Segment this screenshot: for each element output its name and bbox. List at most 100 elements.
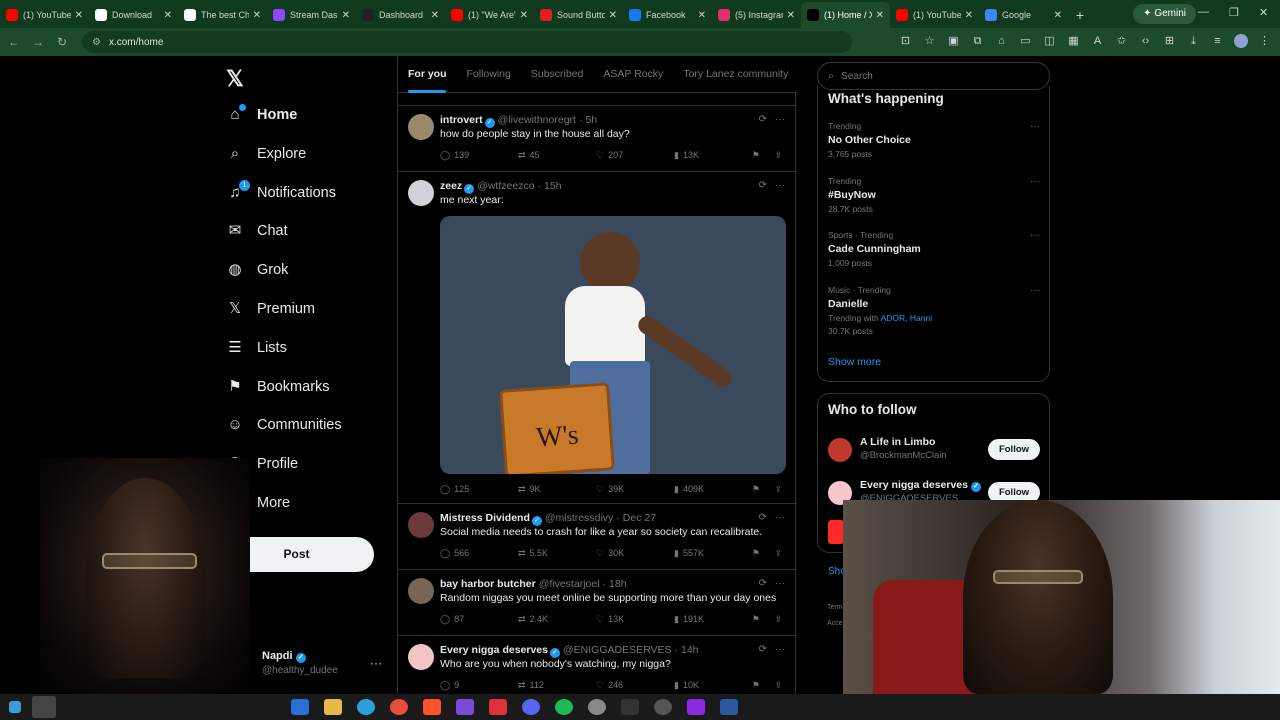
- forward-icon[interactable]: →: [26, 35, 50, 49]
- grok-explain-icon[interactable]: ⟳: [759, 578, 767, 589]
- views-button[interactable]: ▮ 13K: [674, 150, 752, 161]
- nav-item-lists[interactable]: ☰ Lists: [226, 334, 287, 362]
- more-icon[interactable]: ···: [775, 180, 785, 191]
- more-icon[interactable]: ···: [775, 114, 785, 125]
- app-2-icon[interactable]: [489, 699, 507, 715]
- avatar[interactable]: [828, 438, 852, 462]
- terminal-icon[interactable]: [720, 699, 738, 715]
- share-icon[interactable]: ⇪: [774, 548, 782, 559]
- chrome-2-icon[interactable]: [588, 699, 606, 715]
- trend-more-icon[interactable]: ···: [1030, 176, 1040, 187]
- nav-item-communities[interactable]: ☺ Communities: [226, 411, 341, 439]
- author-name[interactable]: Mistress Dividend: [440, 512, 530, 524]
- tab-close-icon[interactable]: ✕: [431, 10, 439, 21]
- favorites-icon[interactable]: ✩: [1114, 34, 1129, 49]
- browser-tab[interactable]: Facebook ✕: [623, 2, 712, 28]
- screenshot-icon[interactable]: ⊞: [1162, 34, 1177, 49]
- edge-icon[interactable]: [357, 699, 375, 715]
- bookmark-icon[interactable]: ⚑: [752, 484, 760, 495]
- bookmark-icon[interactable]: ⚑: [752, 150, 760, 161]
- new-tab-button[interactable]: +: [1068, 2, 1092, 28]
- profile-avatar[interactable]: [1234, 34, 1248, 48]
- file-explorer-icon[interactable]: [324, 699, 342, 715]
- reading-list-icon[interactable]: ≡: [1210, 34, 1225, 49]
- install-app-icon[interactable]: ⊡: [898, 34, 913, 49]
- nav-item-explore[interactable]: ⌕ Explore: [226, 140, 306, 168]
- like-button[interactable]: ♡ 207: [596, 150, 674, 161]
- site-info-icon[interactable]: ⚙: [92, 37, 101, 48]
- tab-following[interactable]: Following: [457, 56, 521, 93]
- trend-more-icon[interactable]: ···: [1030, 121, 1040, 132]
- avatar[interactable]: [408, 114, 434, 140]
- reply-button[interactable]: ◯ 125: [440, 484, 518, 495]
- bookmark-star-icon[interactable]: ☆: [922, 34, 937, 49]
- puzzle-icon[interactable]: ⧉: [970, 34, 985, 49]
- obs-icon[interactable]: [621, 699, 639, 715]
- tab-close-icon[interactable]: ✕: [342, 10, 350, 21]
- trend-item[interactable]: Trending No Other Choice 3,765 posts ···: [828, 121, 1040, 159]
- tweet[interactable]: zeez ✓ @wtfzeezco · 15h ⟳ ··· me next year: W's ◯…: [398, 172, 797, 504]
- nav-item-home[interactable]: ⌂ Home: [226, 101, 297, 129]
- browser-tab[interactable]: (1) Home / X ✕: [801, 2, 890, 28]
- tab-close-icon[interactable]: ✕: [75, 10, 83, 21]
- extension-icon[interactable]: ▣: [946, 34, 961, 49]
- bookmark-icon[interactable]: ⚑: [752, 680, 760, 691]
- x-logo[interactable]: 𝕏: [226, 66, 244, 92]
- gemini-button[interactable]: ✦ Gemini: [1133, 4, 1196, 24]
- tab-for-you[interactable]: For you: [398, 56, 457, 93]
- trend-item[interactable]: Sports · Trending Cade Cunningham 1,009 po…: [828, 230, 1040, 268]
- reload-icon[interactable]: ↻: [50, 35, 74, 49]
- tweet[interactable]: Mistress Dividend ✓ @mistressdivy · Dec 27 ⟳ ·…: [398, 504, 797, 570]
- extension-4-icon[interactable]: ▦: [1066, 34, 1081, 49]
- repost-button[interactable]: ⇄ 5.5K: [518, 548, 596, 559]
- tab-asap-rocky[interactable]: ASAP Rocky: [593, 56, 673, 93]
- close-window-icon[interactable]: ✕: [1259, 6, 1268, 19]
- grok-explain-icon[interactable]: ⟳: [759, 114, 767, 125]
- author-name[interactable]: bay harbor butcher: [440, 578, 536, 590]
- trend-more-icon[interactable]: ···: [1030, 285, 1040, 296]
- app-icon[interactable]: [456, 699, 474, 715]
- more-icon[interactable]: ···: [775, 644, 785, 655]
- youtube-avatar[interactable]: [828, 520, 844, 544]
- browser-tab[interactable]: Google ✕: [979, 2, 1068, 28]
- share-icon[interactable]: ⇪: [774, 680, 782, 691]
- avatar[interactable]: [408, 180, 434, 206]
- tab-close-icon[interactable]: ✕: [787, 10, 795, 21]
- trend-more-icon[interactable]: ···: [1030, 230, 1040, 241]
- bookmark-icon[interactable]: ⚑: [752, 548, 760, 559]
- views-button[interactable]: ▮ 191K: [674, 614, 752, 625]
- back-icon[interactable]: ←: [2, 35, 26, 49]
- author-handle[interactable]: @mistressdivy: [545, 512, 613, 524]
- devtools-icon[interactable]: ‹›: [1138, 34, 1153, 49]
- avatar[interactable]: [408, 578, 434, 604]
- tweet[interactable]: introvert ✓ @livewithnoregrt · 5h ⟳ ··· how do …: [398, 106, 797, 172]
- timestamp[interactable]: 15h: [544, 180, 562, 192]
- views-button[interactable]: ▮ 10K: [674, 680, 752, 691]
- tweet[interactable]: bay harbor butcher @fivestarjoel · 18h ⟳ ··· R…: [398, 570, 797, 636]
- browser-tab[interactable]: (1) "We Are" ✕: [445, 2, 534, 28]
- like-button[interactable]: ♡ 30K: [596, 548, 674, 559]
- grok-explain-icon[interactable]: ⟳: [759, 644, 767, 655]
- reply-button[interactable]: ◯ 9: [440, 680, 518, 691]
- like-button[interactable]: ♡ 246: [596, 680, 674, 691]
- browser-tab[interactable]: Sound Buttons ✕: [534, 2, 623, 28]
- nav-item-notifications[interactable]: ♫ 1 Notifications: [226, 179, 336, 207]
- share-icon[interactable]: ⇪: [774, 484, 782, 495]
- tab-tory-lanez-community[interactable]: Tory Lanez community: [673, 56, 798, 93]
- author-handle[interactable]: @wtfzeezco: [477, 180, 534, 192]
- nav-item-chat[interactable]: ✉ Chat: [226, 217, 288, 245]
- extension-2-icon[interactable]: ⌂: [994, 34, 1009, 49]
- start-icon[interactable]: [9, 701, 21, 713]
- browser-tab[interactable]: (1) YouTube ✕: [890, 2, 979, 28]
- reply-button[interactable]: ◯ 566: [440, 548, 518, 559]
- maximize-icon[interactable]: ❐: [1229, 6, 1239, 19]
- browser-tab[interactable]: Stream Dashboard ✕: [267, 2, 356, 28]
- share-icon[interactable]: ⇪: [774, 614, 782, 625]
- nav-item-premium[interactable]: 𝕏 Premium: [226, 295, 315, 323]
- timestamp[interactable]: Dec 27: [623, 512, 656, 524]
- who-to-follow-item[interactable]: A Life in Limbo @BrockmanMcClain Follow: [828, 436, 1040, 468]
- author-name[interactable]: zeez: [440, 180, 462, 192]
- discord-icon[interactable]: [522, 699, 540, 715]
- app-3-icon[interactable]: [654, 699, 672, 715]
- timestamp[interactable]: 14h: [681, 644, 699, 656]
